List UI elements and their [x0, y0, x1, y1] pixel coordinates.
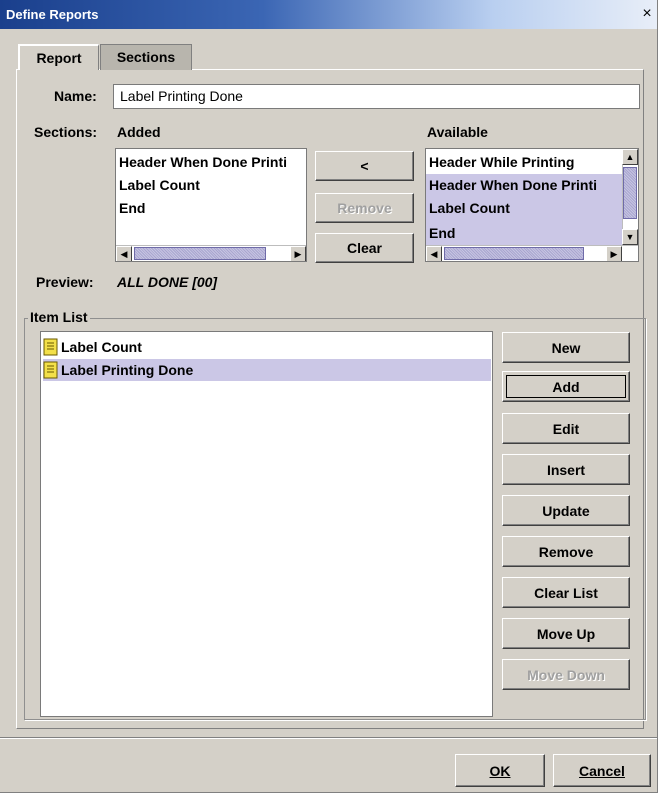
- list-item-selected[interactable]: Header When Done Printi: [426, 174, 622, 197]
- move-down-button[interactable]: Move Down: [502, 659, 630, 690]
- preview-value: ALL DONE [00]: [117, 274, 218, 290]
- vertical-scrollbar[interactable]: ▲ ▼: [622, 149, 638, 245]
- available-sections-list[interactable]: Header While Printing Header When Done P…: [425, 148, 639, 262]
- item-label: Label Count: [61, 339, 142, 355]
- scroll-left-icon[interactable]: ◀: [426, 246, 442, 261]
- list-item[interactable]: Label Count: [43, 336, 491, 358]
- window-title: Define Reports: [6, 7, 99, 22]
- update-button[interactable]: Update: [502, 495, 630, 526]
- item-list[interactable]: Label Count Label Printing Done: [40, 331, 493, 717]
- name-field[interactable]: Label Printing Done: [113, 84, 640, 109]
- added-sections-list[interactable]: Header When Done Printi Label Count End …: [115, 148, 307, 262]
- remove-item-button[interactable]: Remove: [502, 536, 630, 567]
- tab-sections[interactable]: Sections: [100, 44, 192, 70]
- preview-label: Preview:: [36, 274, 94, 290]
- clear-sections-button[interactable]: Clear: [315, 233, 414, 263]
- list-item-selected[interactable]: Label Printing Done: [43, 359, 491, 381]
- list-item[interactable]: Header When Done Printi: [116, 151, 287, 174]
- move-up-button[interactable]: Move Up: [502, 618, 630, 649]
- scroll-thumb[interactable]: [444, 247, 584, 260]
- footer-separator: [0, 737, 657, 739]
- scroll-thumb[interactable]: [623, 167, 637, 219]
- name-label: Name:: [54, 88, 97, 104]
- available-header: Available: [427, 124, 488, 140]
- edit-button[interactable]: Edit: [502, 413, 630, 444]
- list-item[interactable]: Label Count: [116, 174, 200, 197]
- horizontal-scrollbar[interactable]: ◀ ▶: [426, 245, 638, 261]
- new-button[interactable]: New: [502, 332, 630, 363]
- title-bar[interactable]: Define Reports ×: [0, 0, 657, 29]
- item-list-title: Item List: [28, 309, 90, 325]
- list-item[interactable]: End: [116, 197, 145, 220]
- list-item-selected[interactable]: End: [426, 220, 622, 245]
- ok-button[interactable]: OK: [455, 754, 545, 787]
- scroll-thumb[interactable]: [134, 247, 266, 260]
- cancel-label: Cancel: [579, 762, 625, 779]
- tab-report[interactable]: Report: [18, 44, 99, 70]
- horizontal-scrollbar[interactable]: ◀ ▶: [116, 245, 306, 261]
- sections-label: Sections:: [34, 124, 98, 140]
- scroll-right-icon[interactable]: ▶: [606, 246, 622, 261]
- document-icon: [43, 338, 58, 356]
- item-label: Label Printing Done: [61, 362, 194, 378]
- remove-section-button[interactable]: Remove: [315, 193, 414, 223]
- add-button[interactable]: Add: [502, 371, 630, 402]
- list-item-selected[interactable]: Label Count: [426, 197, 622, 220]
- cancel-button[interactable]: Cancel: [553, 754, 651, 787]
- added-header: Added: [117, 124, 161, 140]
- clear-list-button[interactable]: Clear List: [502, 577, 630, 608]
- scroll-right-icon[interactable]: ▶: [290, 246, 306, 261]
- close-icon[interactable]: ×: [639, 6, 655, 23]
- scroll-down-icon[interactable]: ▼: [622, 229, 638, 245]
- define-reports-dialog: Define Reports × Report Sections Name: L…: [0, 0, 658, 793]
- move-to-added-button[interactable]: <: [315, 151, 414, 181]
- scroll-up-icon[interactable]: ▲: [622, 149, 638, 165]
- document-icon: [43, 361, 58, 379]
- scroll-left-icon[interactable]: ◀: [116, 246, 132, 261]
- list-item[interactable]: Header While Printing: [426, 151, 622, 174]
- insert-button[interactable]: Insert: [502, 454, 630, 485]
- ok-label: OK: [489, 762, 511, 779]
